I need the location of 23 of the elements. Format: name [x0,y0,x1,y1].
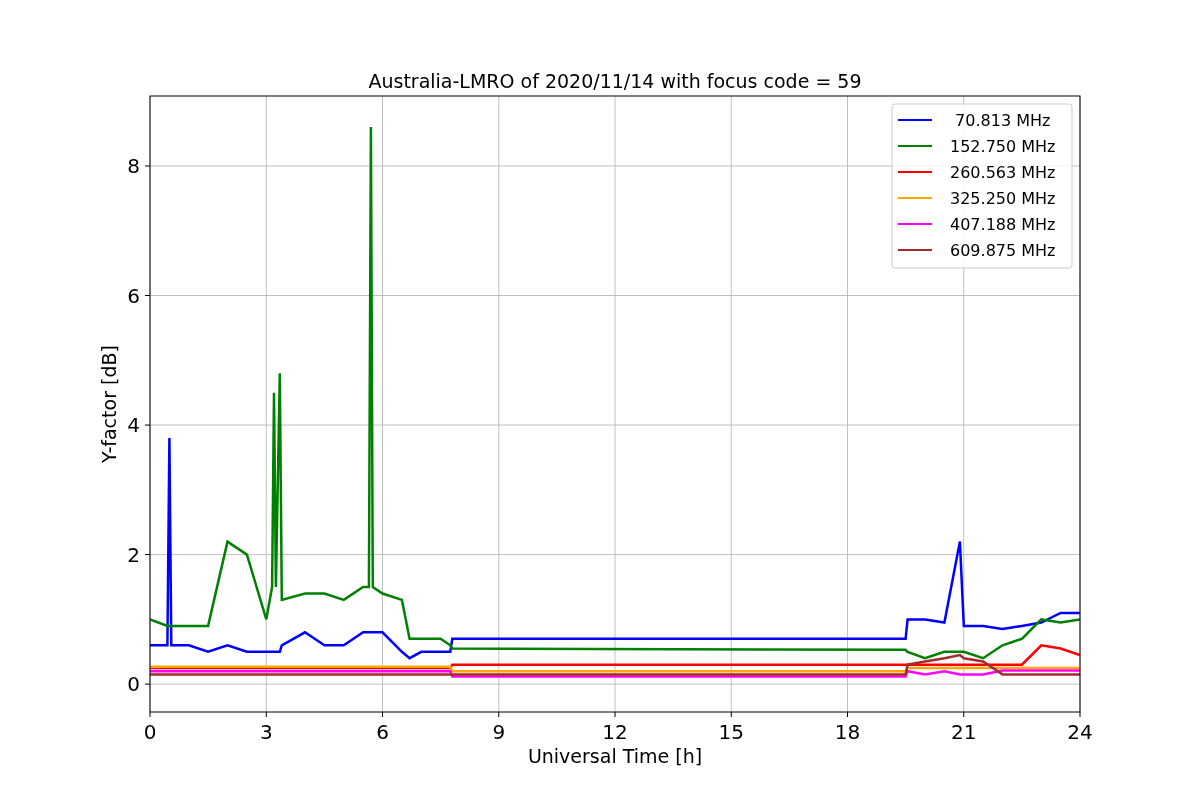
tick-label: 3 [259,720,273,744]
tick-label: 4 [127,413,140,438]
tick-label: 18 [834,720,861,744]
legend-label: 260.563 MHz [950,163,1056,182]
legend-label: 70.813 MHz [955,111,1051,130]
tick-label: 24 [1067,720,1093,744]
tick-label: 2 [127,542,140,567]
tick-label: 0 [127,672,140,697]
legend-label: 609.875 MHz [950,241,1056,260]
tick-label: 12 [602,720,628,744]
legend-label: 325.250 MHz [950,189,1056,208]
tick-label: 8 [127,153,140,178]
tick-label: 6 [376,720,389,744]
tick-label: 6 [127,283,140,308]
tick-label: 9 [492,720,506,744]
tick-label: 21 [951,720,977,744]
tick-label: 15 [718,720,744,744]
y-axis-label: Y-factor [dB] [98,345,120,463]
legend-label: 407.188 MHz [950,215,1056,234]
legend-label: 152.750 MHz [950,137,1056,156]
chart-title: Australia-LMRO of 2020/11/14 with focus code = 59 [368,70,862,92]
x-axis-label: Universal Time [h] [527,745,703,767]
tick-label: 0 [143,720,157,744]
